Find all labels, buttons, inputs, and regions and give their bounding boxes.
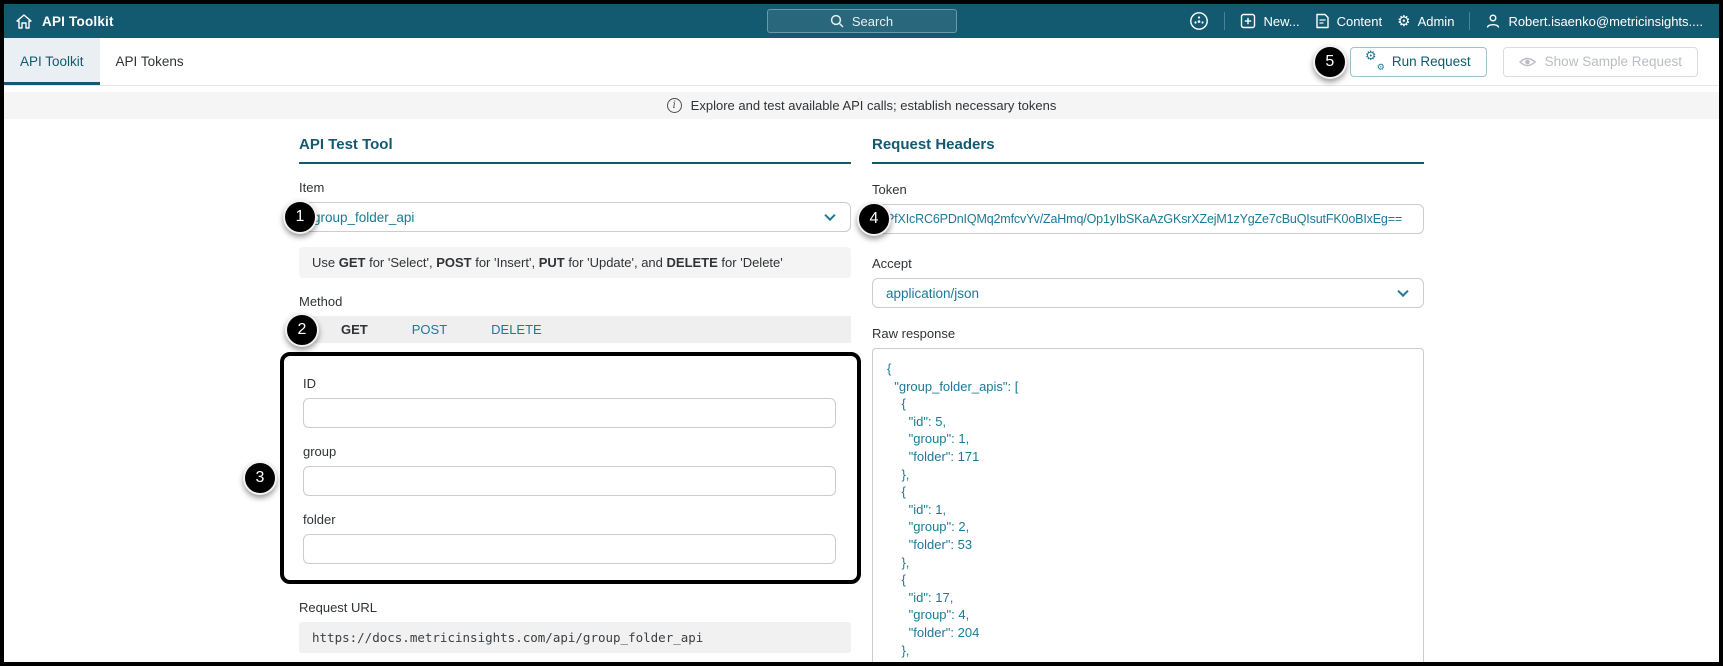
item-label: Item <box>299 180 325 195</box>
code-line: "group_folder_apis": [ <box>887 378 1019 394</box>
annotation-box: 3 ID group folder <box>243 352 861 584</box>
code-line: "folder": 204 <box>887 624 980 640</box>
code-line: { <box>887 361 892 376</box>
code-line: "id": 17, <box>887 589 954 605</box>
group-field[interactable] <box>303 466 836 496</box>
accept-value: application/json <box>886 285 980 301</box>
callout-3: 3 <box>243 461 277 495</box>
code-line: { <box>887 659 1409 662</box>
raw-response-label: Raw response <box>872 326 956 341</box>
tab-api-tokens-label: API Tokens <box>115 54 184 69</box>
code-line: { <box>887 484 906 500</box>
content-menu[interactable]: Content <box>1315 13 1383 29</box>
token-value: PfXIcRC6PDnIQMq2mfcvYv/ZaHmq/Op1yIbSKaAz… <box>886 212 1403 226</box>
id-field-label: ID <box>303 376 316 391</box>
chevron-down-icon <box>824 209 836 222</box>
run-request-button[interactable]: ⚙ ⚙ Run Request <box>1349 46 1487 77</box>
user-menu[interactable]: Robert.isaenko@metricinsights.... <box>1485 13 1703 29</box>
panel-heading: Request Headers <box>872 136 1424 164</box>
eye-icon <box>1518 56 1536 68</box>
request-url-value: https://docs.metricinsights.com/api/grou… <box>299 622 851 653</box>
tab-api-toolkit-label: API Toolkit <box>20 54 84 69</box>
code-line: "group": 1, <box>887 431 970 447</box>
id-field[interactable] <box>303 398 836 428</box>
accept-select[interactable]: application/json <box>872 278 1424 308</box>
info-banner: i Explore and test available API calls; … <box>4 92 1719 119</box>
top-navbar: API Toolkit Search New... Content ⚙ Admi… <box>4 4 1719 38</box>
tab-bar: API Toolkit API Tokens 5 ⚙ ⚙ Run Request… <box>4 38 1719 86</box>
method-usage-note: Use GET for 'Select', POST for 'Insert',… <box>299 247 851 278</box>
callout-2: 2 <box>285 312 319 347</box>
code-line: }, <box>887 642 910 658</box>
document-icon <box>1315 13 1330 29</box>
code-line: { <box>887 572 906 588</box>
folder-field-label: folder <box>303 512 336 527</box>
panel-heading: API Test Tool <box>299 136 851 164</box>
request-url-label: Request URL <box>299 600 378 615</box>
app-title: API Toolkit <box>42 13 114 29</box>
home-icon[interactable] <box>16 13 32 29</box>
method-tabs: 2 GET POST DELETE <box>285 312 851 347</box>
plus-square-icon <box>1240 13 1256 29</box>
code-line: }, <box>887 554 910 570</box>
admin-menu-label: Admin <box>1417 13 1455 29</box>
code-line: "id": 5, <box>887 413 947 429</box>
token-label: Token <box>872 182 907 197</box>
search-input[interactable]: Search <box>766 9 957 33</box>
new-menu-label: New... <box>1263 13 1300 29</box>
callout-1: 1 <box>283 200 317 234</box>
nav-divider <box>1469 12 1471 30</box>
group-field-label: group <box>303 444 337 459</box>
show-sample-request-label: Show Sample Request <box>1544 54 1682 69</box>
request-headers-panel: Request Headers Token 4 PfXIcRC6PDnIQMq2… <box>857 136 1424 662</box>
chevron-down-icon <box>1397 285 1409 298</box>
show-sample-request-button[interactable]: Show Sample Request <box>1502 46 1698 77</box>
tab-api-toolkit[interactable]: API Toolkit <box>4 38 100 85</box>
accept-label: Accept <box>872 256 912 271</box>
info-icon: i <box>666 98 682 113</box>
code-line: "group": 2, <box>887 519 970 535</box>
user-email: Robert.isaenko@metricinsights.... <box>1508 13 1703 29</box>
admin-menu[interactable]: ⚙ Admin <box>1397 11 1455 30</box>
callout-5: 5 <box>1312 44 1347 79</box>
method-label: Method <box>299 294 343 309</box>
content-menu-label: Content <box>1336 13 1383 29</box>
tab-api-tokens[interactable]: API Tokens <box>100 38 200 85</box>
item-select[interactable]: 1 group_folder_api <box>283 200 851 234</box>
nav-divider <box>1224 12 1226 30</box>
code-line: { <box>887 396 906 412</box>
app-window: API Toolkit Search New... Content ⚙ Admi… <box>0 0 1723 666</box>
main-content: API Test Tool Item 1 group_folder_api Us… <box>243 136 1424 662</box>
gears-icon: ⚙ ⚙ <box>1364 49 1385 73</box>
method-post-tab[interactable]: POST <box>412 322 447 337</box>
new-menu[interactable]: New... <box>1240 13 1300 29</box>
callout-4: 4 <box>857 202 891 236</box>
code-line: }, <box>887 466 910 482</box>
token-input[interactable]: 4 PfXIcRC6PDnIQMq2mfcvYv/ZaHmq/Op1yIbSKa… <box>857 202 1424 236</box>
search-icon <box>830 14 844 28</box>
code-line: "folder": 53 <box>887 536 973 552</box>
info-banner-text: Explore and test available API calls; es… <box>690 98 1057 113</box>
code-line: "id": 1, <box>887 501 947 517</box>
run-request-label: Run Request <box>1391 54 1471 69</box>
code-line: "folder": 171 <box>887 448 980 464</box>
search-placeholder: Search <box>851 13 894 29</box>
code-line: "group": 4, <box>887 607 970 623</box>
method-delete-tab[interactable]: DELETE <box>491 322 542 337</box>
screen-mode-icon[interactable] <box>1189 11 1209 31</box>
gear-icon: ⚙ <box>1397 11 1411 30</box>
api-test-tool-panel: API Test Tool Item 1 group_folder_api Us… <box>243 136 861 662</box>
folder-field[interactable] <box>303 534 836 564</box>
raw-response-output[interactable]: { "group_folder_apis": [ { "id": 5, "gro… <box>872 348 1424 662</box>
method-get-tab[interactable]: GET <box>341 322 368 337</box>
item-value: group_folder_api <box>313 209 415 225</box>
person-icon <box>1485 13 1501 29</box>
